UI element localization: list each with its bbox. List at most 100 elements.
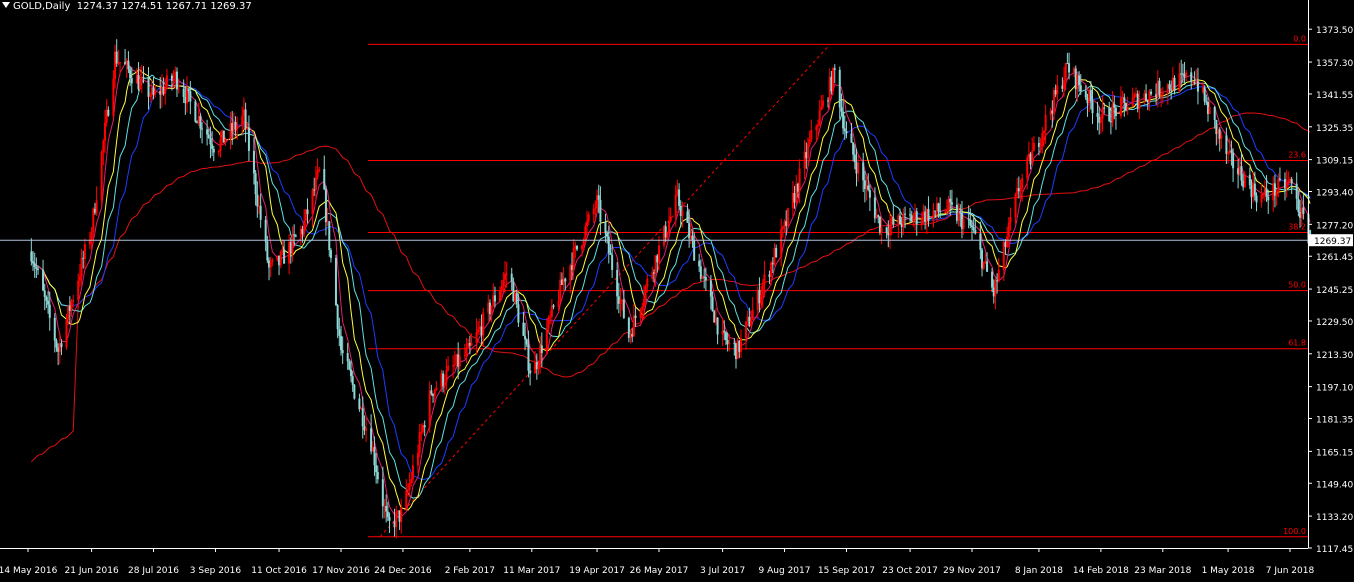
x-tick-label: 15 Sep 2017 — [818, 566, 875, 576]
candle-body — [997, 269, 1000, 281]
candle-body — [504, 273, 507, 280]
candle-body — [1185, 72, 1188, 78]
candle-body — [1119, 97, 1122, 116]
candle-body — [594, 208, 597, 210]
candle-body — [324, 189, 327, 223]
candle-body — [1158, 80, 1161, 96]
candle-body — [329, 250, 332, 258]
candle-body — [1225, 135, 1228, 154]
candle-body — [433, 389, 436, 397]
candle-body — [1287, 180, 1290, 182]
candle-body — [549, 316, 552, 318]
candle-body — [1006, 236, 1009, 247]
candle-body — [1255, 195, 1258, 203]
candle-body — [1079, 85, 1082, 92]
candle-body — [386, 511, 389, 518]
x-tick-label: 3 Jul 2017 — [700, 566, 745, 576]
candle-body — [1026, 157, 1029, 178]
candle-body — [323, 169, 326, 190]
candle-body — [1064, 63, 1067, 80]
candle-body — [70, 301, 73, 311]
candle-body — [587, 214, 590, 222]
axes: 1373.50 1357.30 1341.55 1325.35 1309.15 1293.… — [0, 0, 1353, 576]
candle-body — [932, 210, 935, 222]
candle-body — [658, 245, 660, 263]
x-tick-label: 28 Jul 2016 — [128, 566, 179, 576]
candle-body — [760, 294, 763, 304]
candle-body — [194, 101, 197, 122]
candle-body — [607, 236, 610, 253]
y-tick-label: 1261.45 — [1316, 253, 1353, 263]
fibonacci-retracement[interactable]: 0.0 23.6 38.2 50.0 61.8 100.0 — [368, 34, 1308, 538]
candle-body — [529, 370, 532, 374]
candle-body — [1196, 81, 1199, 92]
candle-body — [37, 269, 40, 271]
candle-body — [877, 215, 880, 217]
candle-body — [78, 276, 81, 281]
candle-body — [1103, 107, 1106, 109]
candle-body — [604, 221, 607, 234]
candle-body — [666, 232, 669, 238]
candle-body — [1091, 100, 1094, 114]
candle-body — [912, 217, 915, 222]
candle-body — [584, 226, 587, 241]
candle-body — [338, 329, 341, 336]
candle-body — [786, 208, 789, 226]
candle-body — [1260, 194, 1263, 203]
candle-body — [740, 338, 743, 352]
candle-body — [1290, 179, 1293, 184]
candle-body — [949, 198, 952, 203]
candle-body — [723, 330, 726, 333]
x-tick-label: 23 Mar 2018 — [1134, 566, 1191, 576]
candle-body — [974, 230, 977, 234]
candle-body — [209, 138, 212, 145]
candle-body — [944, 211, 947, 213]
candle-body — [206, 129, 209, 135]
candle-body — [517, 304, 520, 323]
candle-body — [266, 241, 269, 261]
candle-body — [470, 342, 473, 346]
candle-body — [646, 278, 649, 287]
candle-body — [840, 107, 843, 112]
price-chart[interactable]: 0.0 23.6 38.2 50.0 61.8 100.0 1269.37 1373.50… — [0, 0, 1354, 582]
candle-body — [668, 221, 671, 233]
candle-body — [704, 276, 707, 281]
candle-body — [1131, 97, 1134, 107]
candle-body — [888, 224, 891, 236]
candle-body — [77, 280, 80, 301]
candle-body — [780, 229, 783, 258]
candle-body — [1009, 217, 1012, 223]
candle-body — [1032, 142, 1035, 151]
candle-body — [346, 353, 349, 362]
candle-body — [175, 71, 178, 90]
candle-body — [1243, 174, 1246, 188]
y-tick-label: 1149.40 — [1316, 480, 1353, 490]
candle-body — [283, 249, 286, 264]
candle-body — [775, 247, 778, 258]
candle-body — [334, 257, 337, 306]
price-tag-label: 1269.37 — [1314, 237, 1351, 247]
candle-body — [147, 77, 150, 97]
candle-body — [224, 138, 227, 143]
candle-body — [182, 88, 185, 97]
candle-body — [599, 199, 602, 222]
candle-body — [751, 309, 754, 320]
candle-body — [1133, 95, 1136, 98]
candle-body — [1041, 133, 1044, 144]
candle-body — [1302, 207, 1305, 214]
candle-body — [750, 319, 753, 326]
candle-body — [32, 261, 35, 264]
candle-body — [681, 211, 684, 217]
candle-body — [411, 465, 414, 480]
candle-body — [107, 109, 110, 116]
candle-body — [1178, 73, 1181, 92]
candle-body — [994, 280, 997, 297]
candle-body — [550, 305, 553, 317]
candle-body — [1078, 75, 1081, 86]
x-tick-label: 8 Jan 2018 — [1015, 566, 1063, 576]
candle-body — [498, 290, 501, 302]
candle-body — [1044, 114, 1047, 131]
candle-body — [252, 150, 255, 174]
candle-body — [641, 306, 644, 310]
candle-body — [1275, 191, 1278, 196]
